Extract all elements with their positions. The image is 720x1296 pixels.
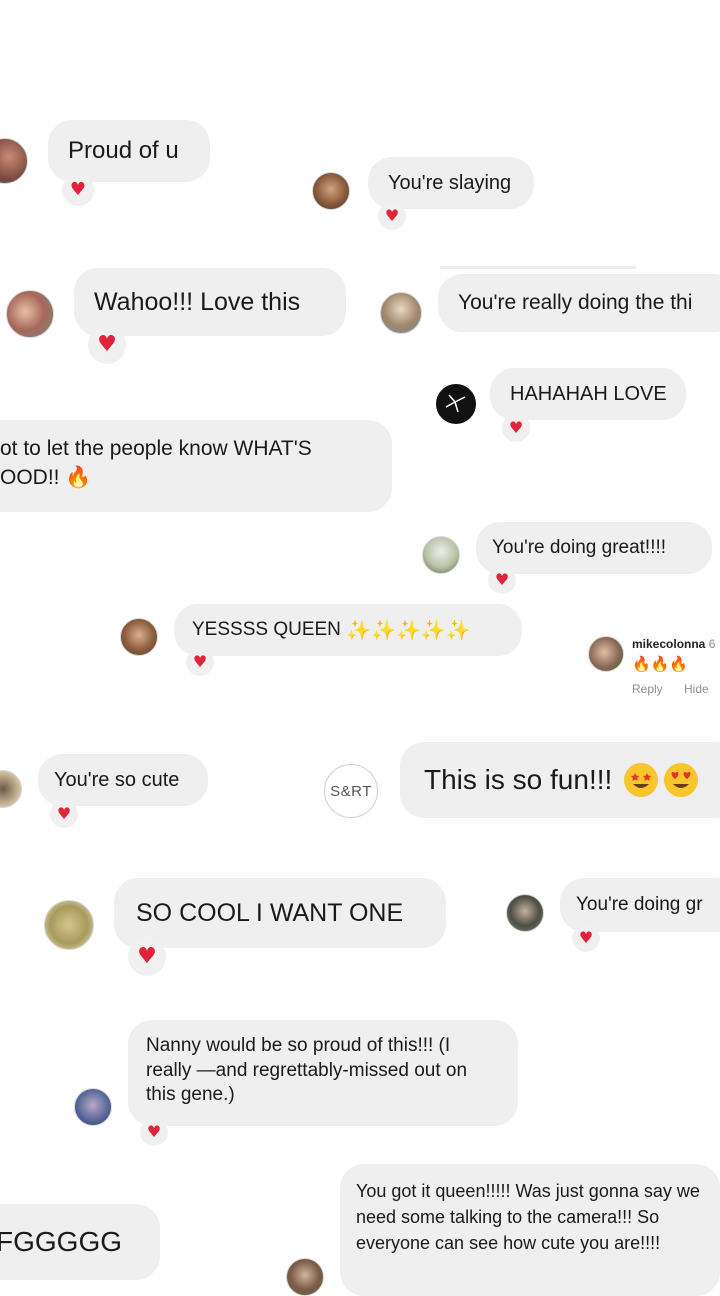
comment-text: FGGGGG [0,1226,122,1257]
hide-button[interactable]: Hide [684,682,709,696]
sparkles-emoji: ✨✨✨✨✨ [346,618,471,642]
comment-text: OOD!! [0,466,60,490]
commenter-avatar [422,536,460,574]
heart-reaction-icon: ♥ [378,202,406,230]
commenter-avatar [506,894,544,932]
commenter-avatar [0,138,28,184]
comment-bubble: You're really doing the thi [438,274,720,332]
comment-bubble: Proud of u [48,120,210,182]
comment-bubble: SO COOL I WANT ONE [114,878,446,948]
fire-emoji: 🔥🔥🔥 [632,655,689,673]
fire-emoji: 🔥 [65,465,92,490]
reply-button[interactable]: Reply [632,682,663,696]
comment-text: You're doing gr [576,894,703,915]
comment-text: You're really doing the thi [458,291,693,314]
commenter-avatar [120,618,158,656]
comment-text: Nanny would be so proud of this!!! (I re… [146,1035,468,1106]
commenter-avatar [312,172,350,210]
comment-bubble: You're doing great!!!! [476,522,712,574]
comment-bubble: YESSSS QUEEN ✨✨✨✨✨ [174,604,522,656]
heart-reaction-icon: ♥ [88,326,126,364]
commenter-avatar [74,1088,112,1126]
comment-text: You're so cute [54,768,180,791]
comment-text: Wahoo!!! Love this [94,287,301,316]
commenter-avatar [436,384,476,424]
heart-reaction-icon: ♥ [488,566,516,594]
comment-text: You're slaying [388,171,512,194]
divider [440,266,636,269]
brand-logo: S&RT [324,764,378,818]
comment-bubble: This is so fun!!! [400,742,720,818]
star-struck-emoji [624,763,659,797]
heart-eyes-emoji [664,763,699,797]
comment-bubble: Nanny would be so proud of this!!! (I re… [128,1020,518,1126]
commenter-avatar [0,770,22,808]
comment-bubble: FGGGGG [0,1204,160,1280]
heart-reaction-icon: ♥ [572,924,600,952]
comment-username[interactable]: mikecolonna 6 [632,637,715,651]
comment-text: HAHAHAH LOVE [510,382,667,405]
heart-reaction-icon: ♥ [128,938,166,976]
commenter-avatar [380,292,422,334]
comment-text: Proud of u [68,137,179,164]
comment-text: ot to let the people know WHAT'S [0,437,312,460]
comment-text: You got it queen!!!!! Was just gonna say… [356,1181,700,1254]
commenter-avatar [44,900,94,950]
comment-bubble: HAHAHAH LOVE [490,368,686,420]
comment-bubble: Wahoo!!! Love this [74,268,346,336]
avatar-logo-icon [445,394,466,413]
comment-text: SO COOL I WANT ONE [136,898,404,927]
heart-reaction-icon: ♥ [502,414,530,442]
commenter-avatar [6,290,54,338]
comment-text: You're doing great!!!! [492,537,667,558]
heart-reaction-icon: ♥ [62,174,94,206]
heart-reaction-icon: ♥ [140,1118,168,1146]
heart-reaction-icon: ♥ [186,648,214,676]
commenter-avatar [286,1258,324,1296]
comment-text: YESSSS QUEEN [192,619,341,640]
comment-bubble: You got it queen!!!!! Was just gonna say… [340,1164,720,1296]
comment-bubble: You're so cute [38,754,208,806]
comment-bubble: ot to let the people know WHAT'S OOD!! 🔥 [0,420,392,512]
comment-text: This is so fun!!! [424,764,613,795]
commenter-avatar[interactable] [588,636,624,672]
heart-reaction-icon: ♥ [50,800,78,828]
